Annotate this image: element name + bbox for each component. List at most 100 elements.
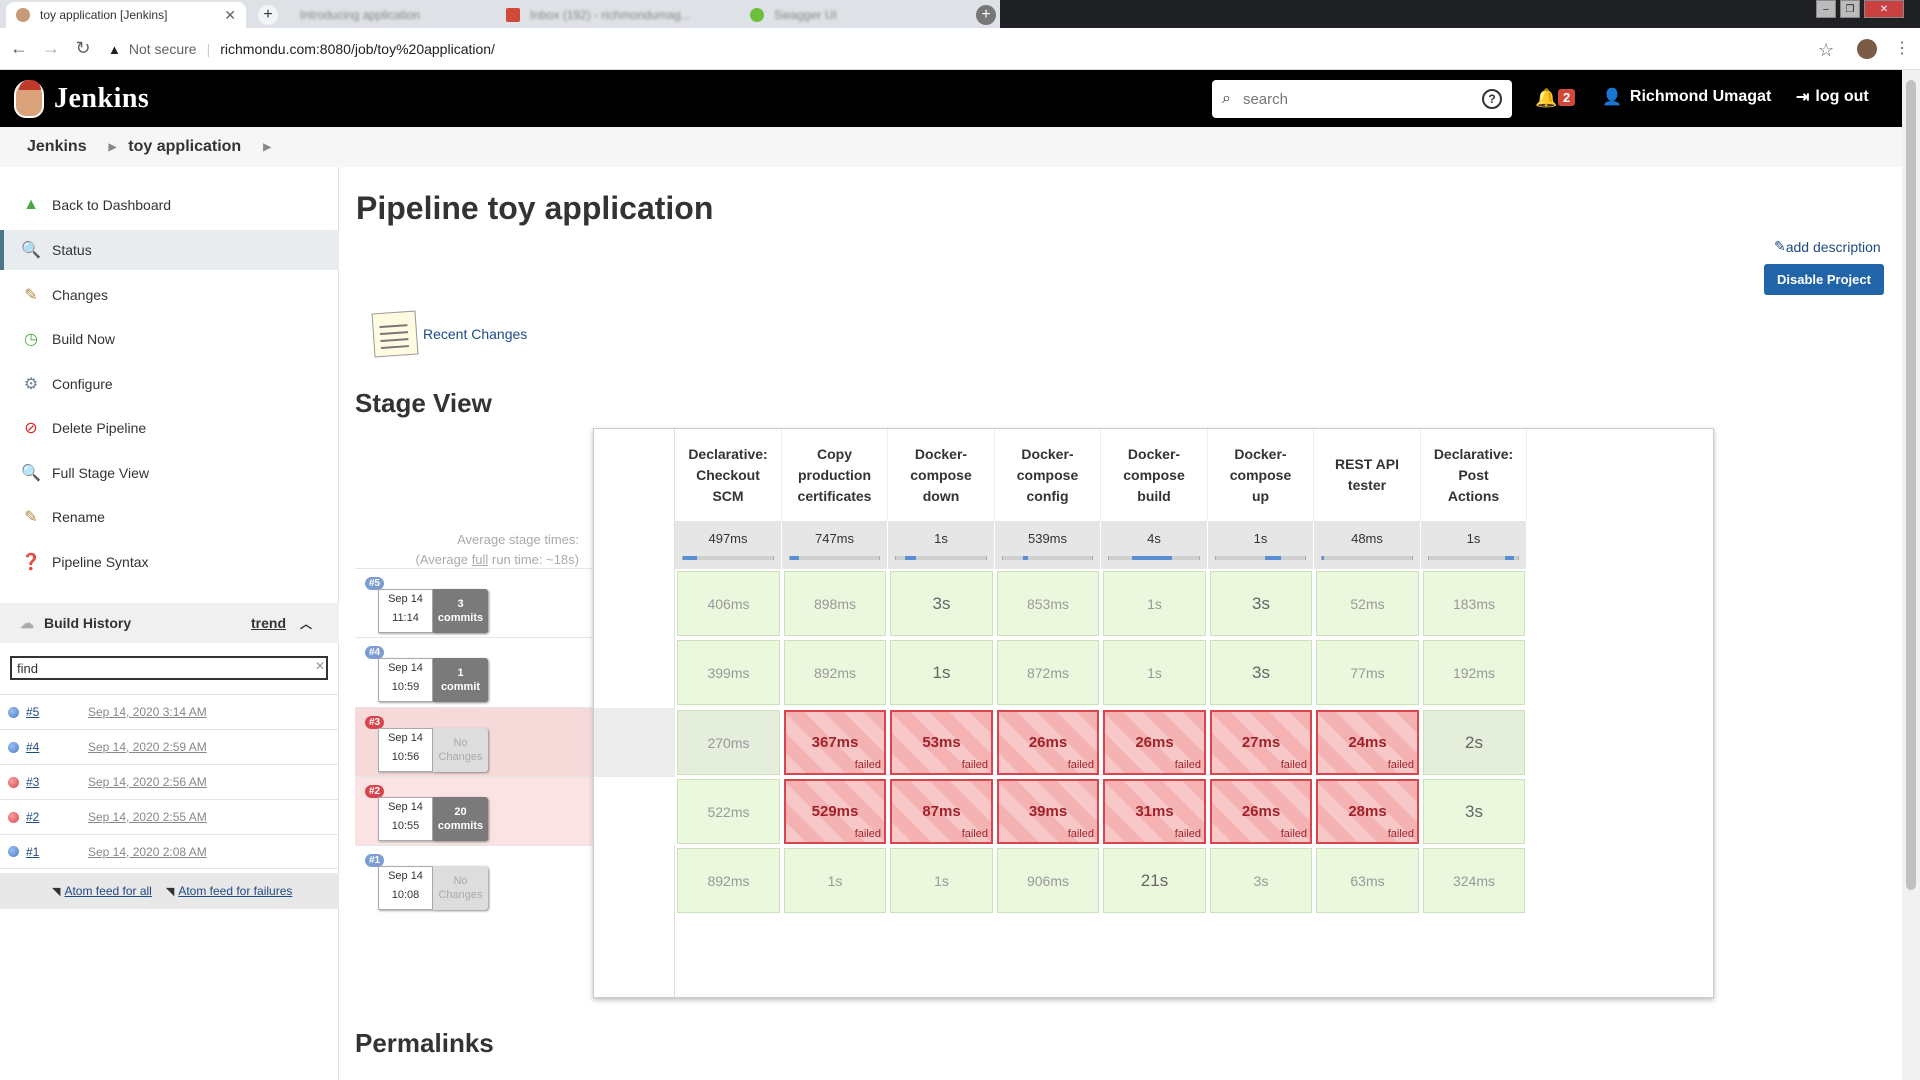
stage-cell-success[interactable]: 399ms xyxy=(677,640,780,705)
stage-cell-failed[interactable]: 27ms failed xyxy=(1210,710,1312,775)
stage-cell-success[interactable]: 406ms xyxy=(677,571,780,636)
task-full-stage-view[interactable]: 🔍 Full Stage View xyxy=(0,453,339,493)
stage-cell-failed[interactable]: 367ms failed xyxy=(784,710,886,775)
build-date-link[interactable]: Sep 14, 2020 2:56 AM xyxy=(88,775,207,789)
stage-cell-success[interactable]: 2s xyxy=(1423,710,1525,775)
task-pipeline-syntax[interactable]: ❓ Pipeline Syntax xyxy=(0,542,339,582)
recent-changes-link[interactable]: Recent Changes xyxy=(371,310,527,358)
chevron-up-icon[interactable]: ︿ xyxy=(300,615,312,632)
jenkins-logo[interactable]: Jenkins xyxy=(14,80,149,118)
build-date-link[interactable]: Sep 14, 2020 2:08 AM xyxy=(88,845,207,859)
stage-cell-success[interactable]: 1s xyxy=(1103,640,1206,705)
build-number-link[interactable]: #5 xyxy=(26,705,76,719)
build-filter-input[interactable] xyxy=(10,656,328,680)
stage-cell-failed[interactable]: 24ms failed xyxy=(1316,710,1419,775)
build-date-box[interactable]: Sep 14 10:56 xyxy=(378,728,433,772)
stage-cell-success[interactable]: 270ms xyxy=(677,710,780,775)
stage-cell-success[interactable]: 872ms xyxy=(997,640,1099,705)
new-tab-button[interactable]: + xyxy=(258,5,278,25)
stage-cell-success[interactable]: 892ms xyxy=(784,640,886,705)
task-back-to-dashboard[interactable]: ▲ Back to Dashboard xyxy=(0,185,339,225)
stage-cell-failed[interactable]: 53ms failed xyxy=(890,710,993,775)
notification-badge[interactable]: 2 xyxy=(1558,89,1576,106)
browser-tab-bg[interactable]: Inbox (192) - richmondumag... xyxy=(496,2,736,28)
browser-tab-bg[interactable]: Swagger UI xyxy=(740,2,960,28)
stage-cell-success[interactable]: 3s xyxy=(1210,571,1312,636)
task-delete-pipeline[interactable]: ⊘ Delete Pipeline xyxy=(0,408,339,448)
task-rename[interactable]: ✎ Rename xyxy=(0,497,339,537)
minimize-icon[interactable]: – xyxy=(1816,0,1836,18)
disable-project-button[interactable]: Disable Project xyxy=(1764,264,1884,295)
stage-cell-success[interactable]: 853ms xyxy=(997,571,1099,636)
stage-cell-success[interactable]: 63ms xyxy=(1316,848,1419,913)
build-date-box[interactable]: Sep 14 11:14 xyxy=(378,589,433,633)
stage-cell-success[interactable]: 21s xyxy=(1103,848,1206,913)
forward-icon[interactable]: → xyxy=(38,36,64,62)
scrollbar-thumb[interactable] xyxy=(1906,80,1916,890)
build-number-link[interactable]: #1 xyxy=(26,845,76,859)
atom-feed-all-link[interactable]: Atom feed for all xyxy=(64,884,151,898)
stage-cell-success[interactable]: 3s xyxy=(890,571,993,636)
stage-cell-success[interactable]: 183ms xyxy=(1423,571,1525,636)
build-date-box[interactable]: Sep 14 10:55 xyxy=(378,797,433,841)
clear-filter-icon[interactable]: ✕ xyxy=(315,659,325,673)
new-tab-button[interactable]: + xyxy=(976,5,996,25)
help-icon[interactable]: ? xyxy=(1482,89,1502,109)
close-window-icon[interactable]: ✕ xyxy=(1864,0,1904,18)
browser-tab-bg[interactable]: Introducing application xyxy=(290,2,490,28)
stage-cell-failed[interactable]: 26ms failed xyxy=(997,710,1099,775)
browser-tab-active[interactable]: toy application [Jenkins] ✕ xyxy=(6,2,246,28)
build-date-box[interactable]: Sep 14 10:59 xyxy=(378,658,433,702)
atom-feed-failures-link[interactable]: Atom feed for failures xyxy=(178,884,292,898)
back-icon[interactable]: ← xyxy=(6,36,32,62)
browser-menu-icon[interactable]: ⋮ xyxy=(1894,38,1910,58)
task-build-now[interactable]: ◷ Build Now xyxy=(0,319,339,359)
stage-cell-failed[interactable]: 87ms failed xyxy=(890,779,993,844)
stage-cell-success[interactable]: 898ms xyxy=(784,571,886,636)
build-changes-box[interactable]: 20 commits xyxy=(433,797,488,841)
bookmark-star-icon[interactable]: ☆ xyxy=(1818,40,1834,61)
build-number-link[interactable]: #4 xyxy=(26,740,76,754)
maximize-icon[interactable]: ❐ xyxy=(1840,0,1860,18)
bell-icon[interactable]: 🔔 xyxy=(1535,88,1557,109)
breadcrumb-item-jenkins[interactable]: Jenkins xyxy=(27,138,87,156)
breadcrumb-item-job[interactable]: toy application xyxy=(128,138,241,156)
build-changes-box[interactable]: No Changes xyxy=(433,866,488,910)
stage-cell-success[interactable]: 892ms xyxy=(677,848,780,913)
stage-cell-success[interactable]: 1s xyxy=(784,848,886,913)
build-changes-box[interactable]: 3 commits xyxy=(433,589,488,633)
user-menu[interactable]: 👤 Richmond Umagat xyxy=(1602,87,1771,107)
stage-cell-failed[interactable]: 39ms failed xyxy=(997,779,1099,844)
profile-avatar[interactable] xyxy=(1857,39,1877,59)
stage-cell-success[interactable]: 1s xyxy=(890,640,993,705)
stage-cell-success[interactable]: 3s xyxy=(1210,848,1312,913)
build-changes-box[interactable]: No Changes xyxy=(433,728,488,772)
task-changes[interactable]: ✎ Changes xyxy=(0,275,339,315)
stage-cell-success[interactable]: 1s xyxy=(1103,571,1206,636)
stage-cell-success[interactable]: 3s xyxy=(1423,779,1525,844)
build-date-link[interactable]: Sep 14, 2020 3:14 AM xyxy=(88,705,207,719)
stage-cell-success[interactable]: 324ms xyxy=(1423,848,1525,913)
trend-link[interactable]: trend xyxy=(251,615,286,631)
stage-cell-success[interactable]: 192ms xyxy=(1423,640,1525,705)
stage-cell-success[interactable]: 3s xyxy=(1210,640,1312,705)
reload-icon[interactable]: ↻ xyxy=(70,36,96,62)
build-number-link[interactable]: #2 xyxy=(26,810,76,824)
avg-label-full[interactable]: full xyxy=(472,552,489,567)
search-box[interactable]: ⌕ ? xyxy=(1212,80,1512,118)
stage-cell-failed[interactable]: 28ms failed xyxy=(1316,779,1419,844)
build-number-link[interactable]: #3 xyxy=(26,775,76,789)
build-date-link[interactable]: Sep 14, 2020 2:55 AM xyxy=(88,810,207,824)
task-status[interactable]: 🔍 Status xyxy=(0,230,339,270)
stage-cell-failed[interactable]: 26ms failed xyxy=(1210,779,1312,844)
stage-cell-failed[interactable]: 31ms failed xyxy=(1103,779,1206,844)
task-configure[interactable]: ⚙ Configure xyxy=(0,364,339,404)
stage-cell-success[interactable]: 77ms xyxy=(1316,640,1419,705)
chevron-right-icon[interactable]: ▶ xyxy=(109,142,117,153)
add-description-link[interactable]: ✎ add description xyxy=(1774,238,1881,255)
build-date-box[interactable]: Sep 14 10:08 xyxy=(378,866,433,910)
close-tab-icon[interactable]: ✕ xyxy=(224,7,236,24)
stage-cell-success[interactable]: 52ms xyxy=(1316,571,1419,636)
omnibox[interactable]: ▲ Not secure | richmondu.com:8080/job/to… xyxy=(108,34,1828,64)
chevron-right-icon[interactable]: ▶ xyxy=(263,142,271,153)
